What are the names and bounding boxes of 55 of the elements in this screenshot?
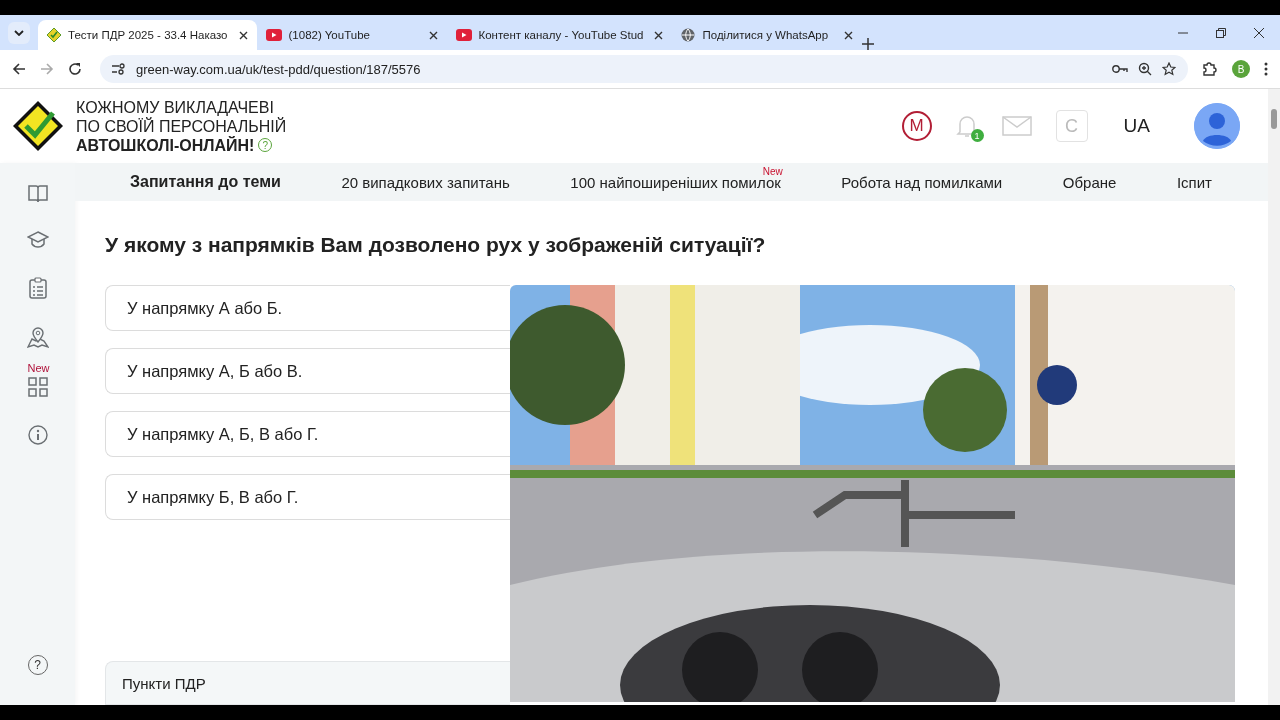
- video-icon: [265, 29, 282, 41]
- nav-tab[interactable]: Іспит: [1176, 169, 1212, 195]
- key-icon[interactable]: [1112, 64, 1128, 74]
- tab-list-button[interactable]: [8, 22, 30, 44]
- language-button[interactable]: UA: [1117, 114, 1156, 138]
- info-icon[interactable]: [27, 425, 48, 445]
- answer-option[interactable]: У напрямку А, Б або В.: [105, 348, 510, 394]
- notification-count: 1: [970, 129, 984, 142]
- browser-tab[interactable]: Поділитися у WhatsApp: [672, 20, 863, 50]
- globe-icon: [681, 28, 696, 42]
- nav-tab[interactable]: Обране: [1062, 169, 1117, 195]
- new-tab-button[interactable]: [862, 38, 875, 50]
- rules-panel[interactable]: Пункти ПДР: [105, 661, 510, 705]
- clipboard-icon[interactable]: [28, 277, 47, 299]
- map-pin-icon[interactable]: [26, 327, 49, 349]
- menu-icon[interactable]: [1264, 62, 1268, 76]
- close-icon[interactable]: [428, 30, 438, 40]
- browser-tab[interactable]: Тести ПДР 2025 - 33.4 Наказо: [38, 20, 257, 50]
- metro-button[interactable]: М: [901, 111, 932, 141]
- site-settings-icon[interactable]: [112, 63, 126, 75]
- caret-icon[interactable]: [14, 30, 24, 36]
- address-bar[interactable]: green-way.com.ua/uk/test-pdd/question/187/5576: [100, 55, 1188, 83]
- close-icon[interactable]: [1254, 28, 1264, 38]
- logo-text: ПО СВОЇЙ ПЕРСОНАЛЬНІЙ: [76, 116, 287, 136]
- star-icon[interactable]: [1162, 62, 1176, 76]
- restore-icon[interactable]: [1216, 28, 1226, 38]
- puzzle-icon[interactable]: [1202, 61, 1218, 77]
- logo-text: АВТОШКОЛІ-ОНЛАЙН!: [76, 135, 255, 155]
- logo-icon[interactable]: [12, 100, 64, 152]
- logo-text: КОЖНОМУ ВИКЛАДАЧЕВІ: [76, 97, 275, 117]
- answer-option[interactable]: У напрямку Б, В або Г.: [105, 474, 510, 520]
- browser-tab[interactable]: (1082) YouTube: [256, 20, 447, 50]
- nav-tab[interactable]: Робота над помилками: [841, 169, 1003, 195]
- nav-tab[interactable]: Запитання до теми: [130, 169, 281, 195]
- zoom-icon[interactable]: [1138, 62, 1152, 76]
- answer-option[interactable]: У напрямку А, Б, В або Г.: [105, 411, 510, 457]
- close-icon[interactable]: [238, 30, 248, 40]
- browser-tab[interactable]: Контент каналу - YouTube Stud: [446, 20, 673, 50]
- bell-icon[interactable]: [955, 114, 978, 138]
- graduation-cap-icon[interactable]: [26, 231, 49, 249]
- nav-tab[interactable]: 20 випадкових запитань: [341, 169, 510, 195]
- scrollbar-thumb[interactable]: [1271, 109, 1277, 129]
- new-label: New: [27, 362, 50, 374]
- new-label: New: [762, 165, 783, 177]
- grid-icon[interactable]: [27, 377, 48, 397]
- reload-icon[interactable]: [68, 62, 82, 76]
- back-icon[interactable]: [12, 62, 26, 76]
- video-icon: [455, 29, 472, 41]
- answer-option[interactable]: У напрямку А або Б.: [105, 285, 510, 331]
- book-icon[interactable]: [27, 185, 48, 203]
- user-avatar[interactable]: [1194, 103, 1240, 149]
- logo-icon: [47, 28, 61, 42]
- close-icon[interactable]: [654, 30, 664, 40]
- question-text: У якому з напрямків Вам дозволено рух у зображеній ситуації?: [105, 233, 767, 257]
- close-icon[interactable]: [844, 30, 854, 40]
